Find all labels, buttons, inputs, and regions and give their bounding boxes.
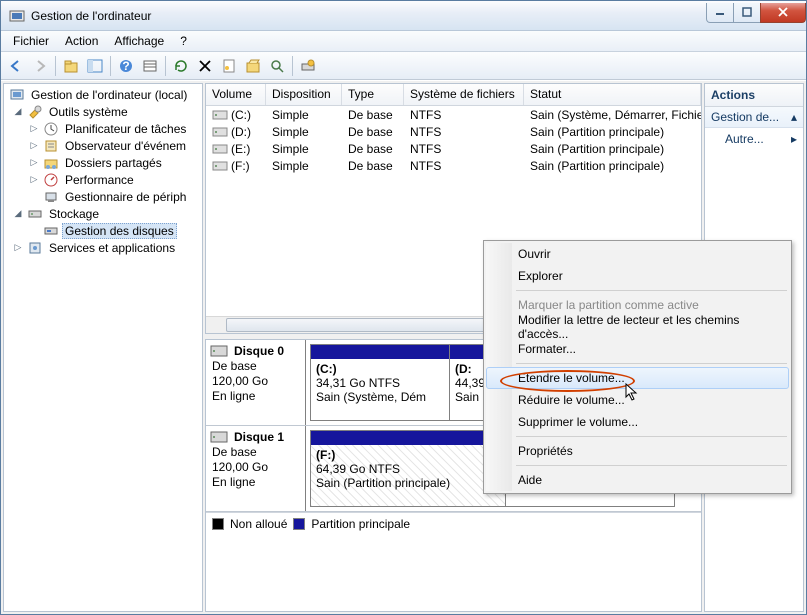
delete-icon[interactable] xyxy=(194,55,216,77)
actions-section[interactable]: Gestion de... ▴ xyxy=(705,107,803,128)
search-icon[interactable] xyxy=(266,55,288,77)
expand-icon[interactable]: ▷ xyxy=(28,157,40,169)
disk-mgmt-icon xyxy=(43,223,59,239)
collapse-icon: ▴ xyxy=(791,110,797,124)
tree-device-manager[interactable]: Gestionnaire de périph xyxy=(4,188,202,205)
expand-icon[interactable]: ▷ xyxy=(28,140,40,152)
storage-icon xyxy=(27,206,43,222)
col-filesystem[interactable]: Système de fichiers xyxy=(404,84,524,105)
app-icon xyxy=(9,8,25,24)
col-disposition[interactable]: Disposition xyxy=(266,84,342,105)
close-button[interactable] xyxy=(760,3,806,23)
context-menu: Ouvrir Explorer Marquer la partition com… xyxy=(483,240,792,494)
expand-icon[interactable]: ▷ xyxy=(12,242,24,254)
computer-icon xyxy=(9,87,25,103)
tree-performance[interactable]: ▷ Performance xyxy=(4,171,202,188)
clock-icon xyxy=(43,121,59,137)
col-status[interactable]: Statut xyxy=(524,84,701,105)
show-hide-tree-button[interactable] xyxy=(84,55,106,77)
cursor-icon xyxy=(625,383,643,403)
scrollbar-thumb[interactable] xyxy=(226,318,496,332)
menu-help[interactable]: ? xyxy=(172,32,195,50)
disk-header[interactable]: Disque 0 De base 120,00 Go En ligne xyxy=(206,340,306,425)
window-controls xyxy=(707,3,806,23)
disk-icon xyxy=(210,430,228,444)
forward-button[interactable] xyxy=(29,55,51,77)
disk-title: Disque 1 xyxy=(234,430,299,444)
submenu-icon: ▸ xyxy=(791,132,797,146)
tree-storage[interactable]: ◢ Stockage xyxy=(4,205,202,222)
up-button[interactable] xyxy=(60,55,82,77)
minimize-button[interactable] xyxy=(706,3,734,23)
menu-action[interactable]: Action xyxy=(57,32,106,50)
svg-text:?: ? xyxy=(122,59,129,73)
shared-folder-icon xyxy=(43,155,59,171)
disk-header[interactable]: Disque 1 De base 120,00 Go En ligne xyxy=(206,426,306,511)
window-title: Gestion de l'ordinateur xyxy=(31,9,707,23)
context-open[interactable]: Ouvrir xyxy=(486,243,789,265)
legend-swatch-unallocated xyxy=(212,518,224,530)
partition[interactable]: (C:) 34,31 Go NTFS Sain (Système, Dém xyxy=(310,344,450,421)
help-button[interactable]: ? xyxy=(115,55,137,77)
view-button[interactable] xyxy=(139,55,161,77)
collapse-icon[interactable]: ◢ xyxy=(12,208,24,220)
table-row[interactable]: (C:)SimpleDe baseNTFSSain (Système, Déma… xyxy=(206,106,701,123)
titlebar[interactable]: Gestion de l'ordinateur xyxy=(1,1,806,31)
back-button[interactable] xyxy=(5,55,27,77)
maximize-button[interactable] xyxy=(733,3,761,23)
volume-icon xyxy=(212,160,228,172)
expand-icon[interactable]: ▷ xyxy=(28,123,40,135)
refresh-button[interactable] xyxy=(170,55,192,77)
tree-root[interactable]: Gestion de l'ordinateur (local) xyxy=(4,86,202,103)
table-row[interactable]: (D:)SimpleDe baseNTFSSain (Partition pri… xyxy=(206,123,701,140)
tree-scheduler[interactable]: ▷ Planificateur de tâches xyxy=(4,120,202,137)
services-icon xyxy=(27,240,43,256)
menubar: Fichier Action Affichage ? xyxy=(1,31,806,52)
col-volume[interactable]: Volume xyxy=(206,84,266,105)
context-delete-volume[interactable]: Supprimer le volume... xyxy=(486,411,789,433)
expand-icon[interactable]: ▷ xyxy=(28,174,40,186)
event-icon xyxy=(43,138,59,154)
performance-icon xyxy=(43,172,59,188)
legend: Non alloué Partition principale xyxy=(206,512,701,534)
legend-swatch-primary xyxy=(293,518,305,530)
context-format[interactable]: Formater... xyxy=(486,338,789,360)
col-type[interactable]: Type xyxy=(342,84,404,105)
tree-disk-management[interactable]: Gestion des disques xyxy=(4,222,202,239)
tree-services[interactable]: ▷ Services et applications xyxy=(4,239,202,256)
tree-pane[interactable]: Gestion de l'ordinateur (local) ◢ Outils… xyxy=(3,83,203,612)
tree-event-viewer[interactable]: ▷ Observateur d'événem xyxy=(4,137,202,154)
disk-title: Disque 0 xyxy=(234,344,299,358)
volume-icon xyxy=(212,109,228,121)
table-row[interactable]: (E:)SimpleDe baseNTFSSain (Partition pri… xyxy=(206,140,701,157)
properties-button[interactable] xyxy=(218,55,240,77)
actions-more[interactable]: Autre... ▸ xyxy=(705,128,803,150)
menu-view[interactable]: Affichage xyxy=(106,32,172,50)
disk-icon xyxy=(210,344,228,358)
context-change-letter[interactable]: Modifier la lettre de lecteur et les che… xyxy=(486,316,789,338)
context-help[interactable]: Aide xyxy=(486,469,789,491)
volume-icon xyxy=(212,126,228,138)
toolbar: ? xyxy=(1,52,806,80)
disk-settings-button[interactable] xyxy=(297,55,319,77)
tree-system-tools[interactable]: ◢ Outils système xyxy=(4,103,202,120)
tree-shared-folders[interactable]: ▷ Dossiers partagés xyxy=(4,154,202,171)
collapse-icon[interactable]: ◢ xyxy=(12,106,24,118)
open-button[interactable] xyxy=(242,55,264,77)
actions-header: Actions xyxy=(705,84,803,107)
table-row[interactable]: (F:)SimpleDe baseNTFSSain (Partition pri… xyxy=(206,157,701,174)
volume-icon xyxy=(212,143,228,155)
context-explore[interactable]: Explorer xyxy=(486,265,789,287)
device-icon xyxy=(43,189,59,205)
tools-icon xyxy=(27,104,43,120)
context-properties[interactable]: Propriétés xyxy=(486,440,789,462)
partition[interactable]: (F:) 64,39 Go NTFS Sain (Partition princ… xyxy=(310,430,506,507)
table-header: Volume Disposition Type Système de fichi… xyxy=(206,84,701,106)
menu-file[interactable]: Fichier xyxy=(5,32,57,50)
